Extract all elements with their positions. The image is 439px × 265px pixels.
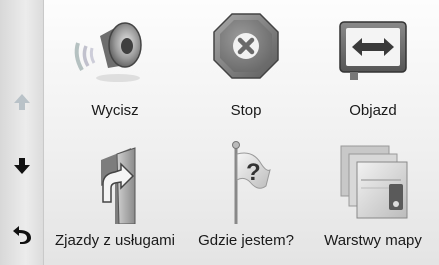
svg-text:?: ?: [246, 159, 261, 186]
menu-item-stop[interactable]: Stop: [181, 8, 311, 119]
menu-item-label: Zjazdy z usługami: [54, 232, 176, 249]
menu-item-exit-services[interactable]: Zjazdy z usługami: [50, 142, 180, 252]
menu-item-detour[interactable]: Objazd: [308, 8, 438, 119]
where-am-i-flag-icon: ?: [181, 141, 311, 224]
back-arrow-icon: [12, 226, 31, 244]
speaker-mute-icon: [50, 8, 180, 88]
menu-item-mute[interactable]: Wycisz: [50, 8, 180, 119]
menu-item-map-layers[interactable]: Warstwy mapy: [308, 142, 438, 252]
menu-item-label: Wycisz: [91, 102, 139, 119]
stop-sign-icon: [181, 8, 311, 88]
menu-item-label: Warstwy mapy: [324, 232, 422, 249]
sidebar: [0, 0, 44, 265]
back-button[interactable]: [0, 214, 43, 254]
exit-services-icon: [50, 142, 180, 224]
navigation-screen: Wycisz Stop Objazd Zjazdy z usługami ? G…: [0, 0, 439, 265]
scroll-down-button[interactable]: [0, 146, 43, 186]
scroll-up-button[interactable]: [0, 82, 43, 122]
detour-arrows-icon: [308, 8, 438, 88]
menu-item-where-am-i[interactable]: ? Gdzie jestem?: [181, 141, 311, 252]
arrow-up-icon: [13, 94, 30, 110]
map-layers-icon: [308, 142, 438, 222]
menu-item-label: Objazd: [349, 102, 397, 119]
arrow-down-icon: [13, 158, 30, 174]
